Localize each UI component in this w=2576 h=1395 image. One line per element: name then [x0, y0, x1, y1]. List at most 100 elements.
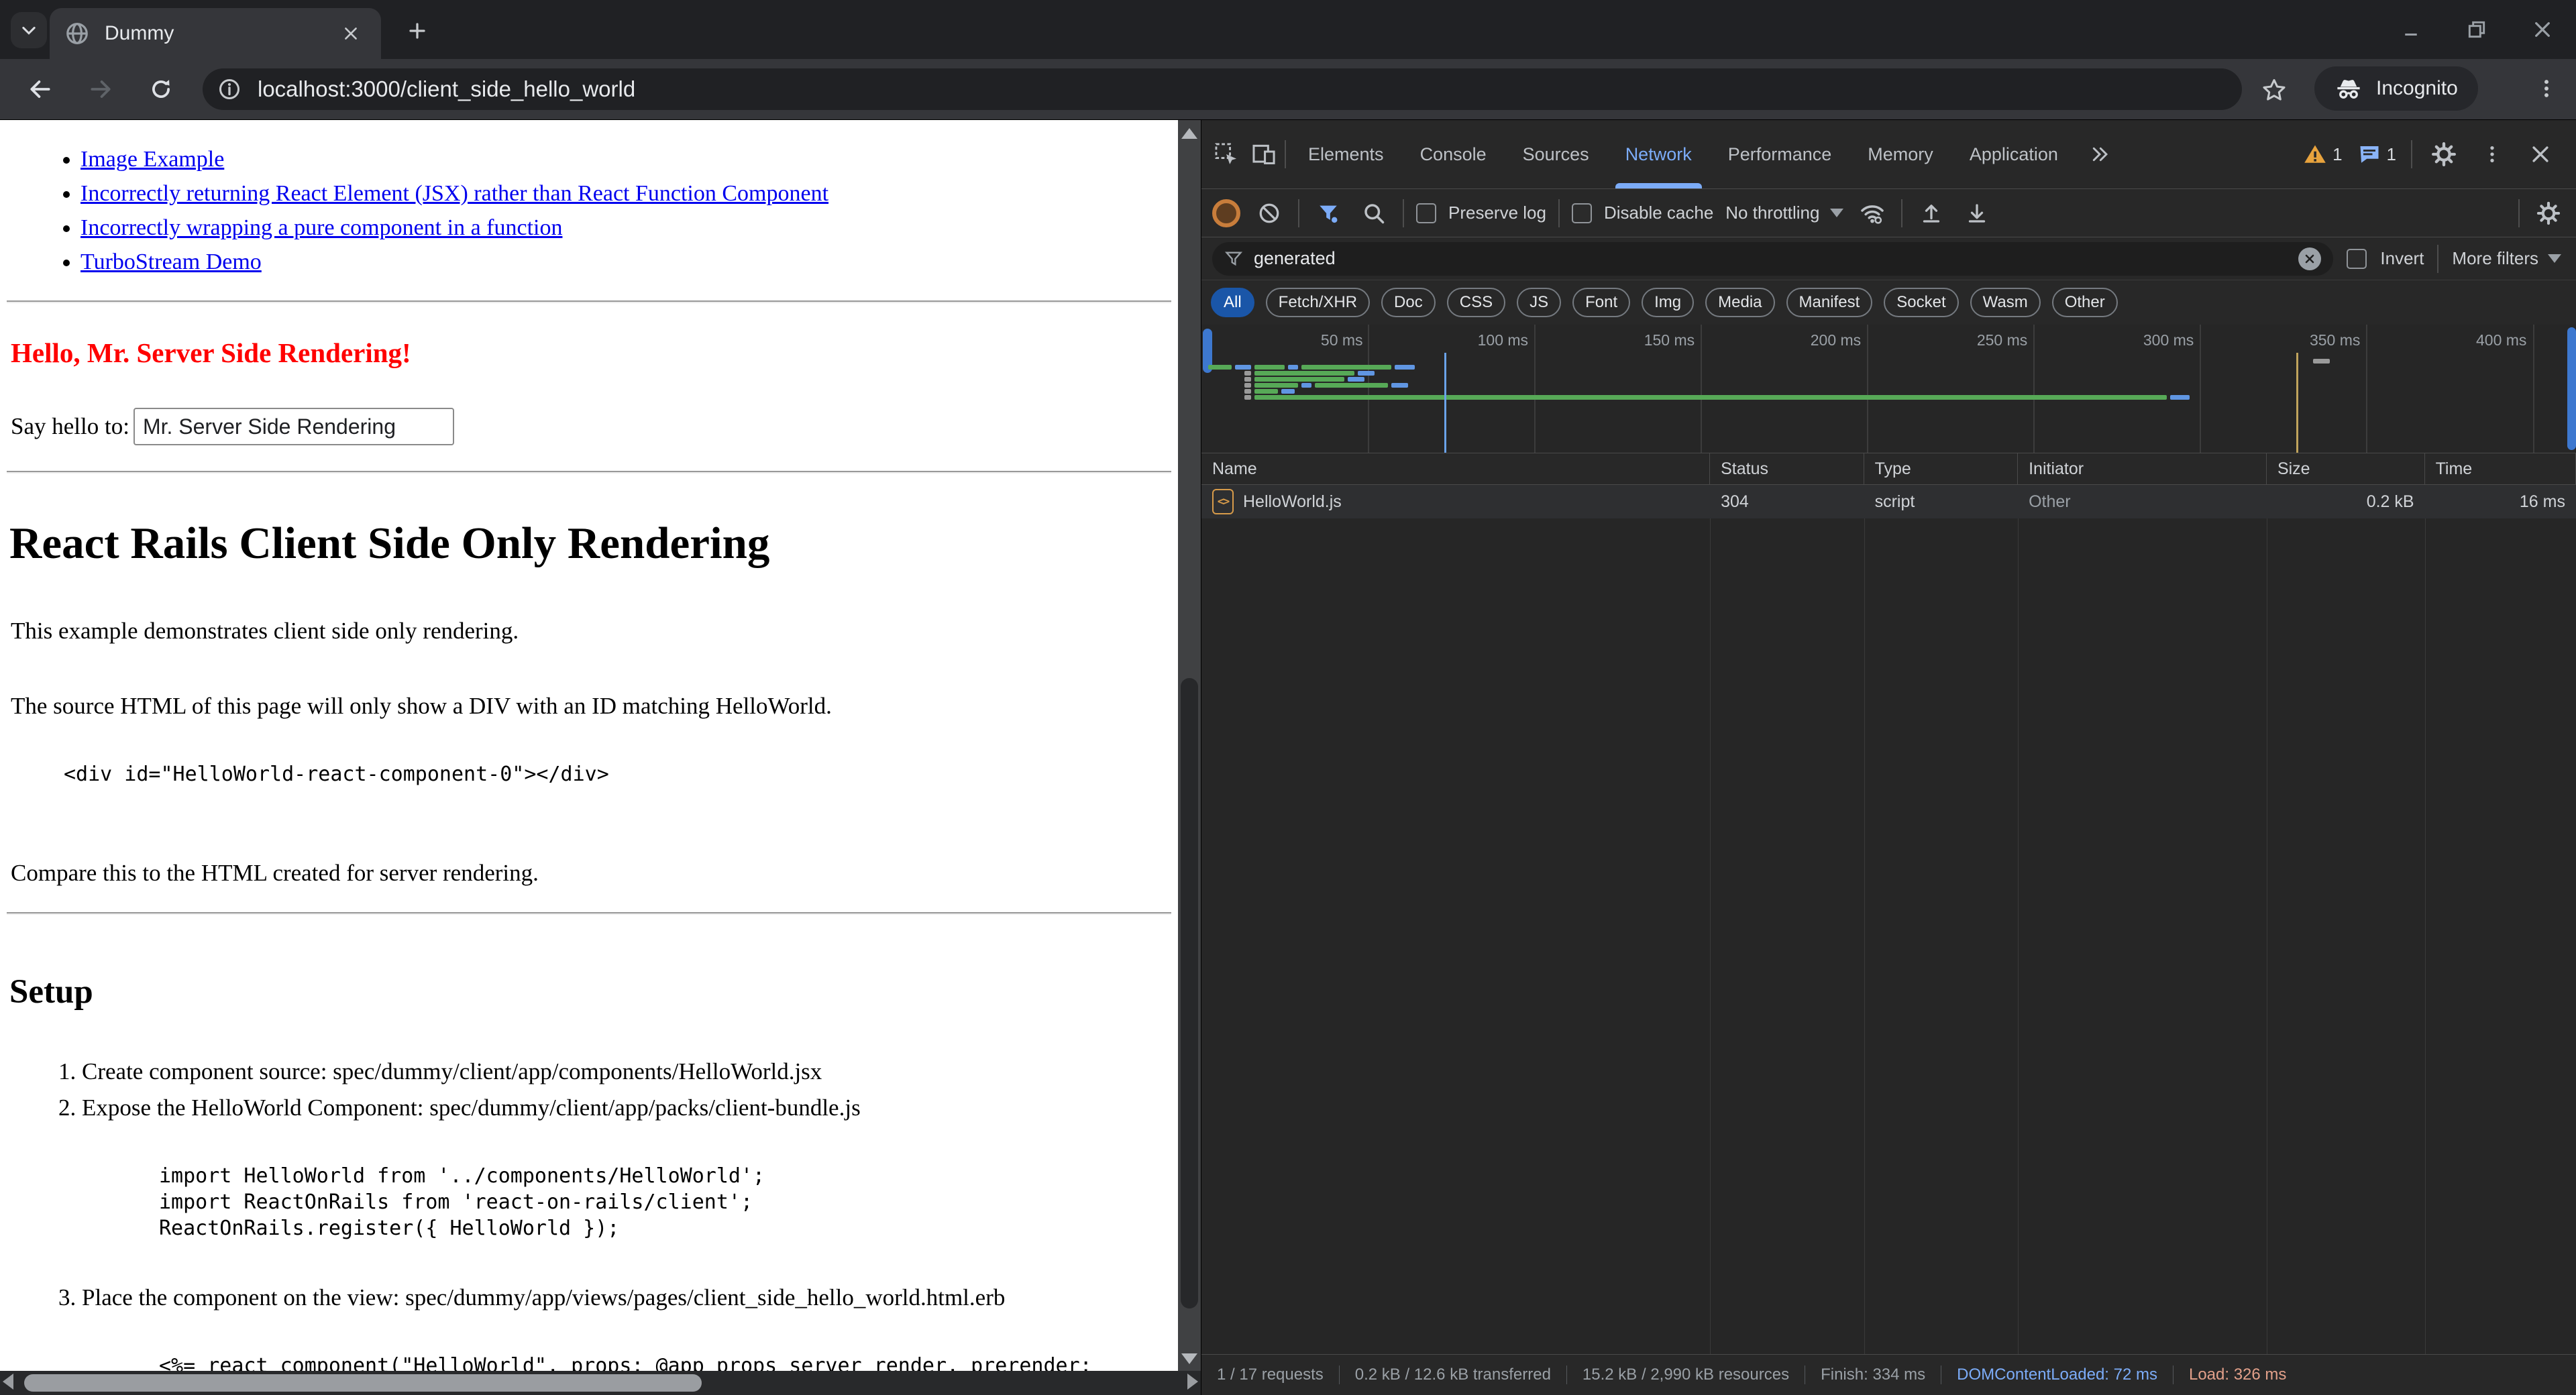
vertical-scrollbar[interactable]	[1178, 120, 1201, 1371]
tab-search-button[interactable]	[11, 12, 47, 48]
network-table-header: NameStatusTypeInitiatorSizeTime	[1201, 453, 2576, 485]
forward-button[interactable]	[79, 68, 122, 111]
filter-chip-js[interactable]: JS	[1517, 288, 1561, 317]
devtools-tabbar: ElementsConsoleSourcesNetworkPerformance…	[1201, 120, 2576, 189]
column-divider[interactable]	[1710, 485, 1711, 1354]
tab-console[interactable]: Console	[1402, 120, 1505, 188]
inspect-element-button[interactable]	[1210, 137, 1243, 171]
messages-badge[interactable]: 1	[2357, 142, 2396, 166]
filter-chip-all[interactable]: All	[1211, 288, 1254, 317]
scroll-up-arrow[interactable]	[1178, 128, 1201, 139]
clear-network-log-button[interactable]	[1252, 197, 1286, 230]
tab-close-button[interactable]	[335, 18, 366, 49]
column-header-time[interactable]: Time	[2425, 453, 2576, 484]
warning-icon	[2303, 142, 2327, 166]
tab-network[interactable]: Network	[1607, 120, 1710, 188]
browser-menu-button[interactable]	[2529, 71, 2564, 106]
filter-chip-manifest[interactable]: Manifest	[1786, 288, 1873, 317]
invert-label[interactable]: Invert	[2380, 248, 2424, 269]
search-network-button[interactable]	[1357, 197, 1391, 230]
network-table-body: <>HelloWorld.js304scriptOther0.2 kB16 ms	[1201, 485, 2576, 1354]
more-tabs-button[interactable]	[2080, 144, 2119, 164]
filter-chip-img[interactable]: Img	[1642, 288, 1694, 317]
filter-chip-wasm[interactable]: Wasm	[1970, 288, 2041, 317]
name-input[interactable]	[133, 408, 454, 445]
page-link[interactable]: Incorrectly wrapping a pure component in…	[80, 215, 562, 240]
request-waterfall-bar	[1254, 383, 1297, 388]
devtools-close-button[interactable]	[2524, 137, 2557, 171]
message-count: 1	[2387, 144, 2396, 165]
disable-cache-checkbox[interactable]	[1572, 203, 1592, 223]
reload-button[interactable]	[140, 68, 182, 111]
horizontal-scrollbar[interactable]	[0, 1371, 1201, 1395]
tab-performance[interactable]: Performance	[1710, 120, 1850, 188]
browser-toolbar: localhost:3000/client_side_hello_world I…	[0, 59, 2576, 120]
table-row[interactable]: <>HelloWorld.js304scriptOther0.2 kB16 ms	[1201, 485, 2576, 518]
scroll-down-arrow[interactable]	[1178, 1353, 1201, 1364]
column-divider[interactable]	[2425, 485, 2426, 1354]
invert-checkbox[interactable]	[2347, 249, 2367, 269]
url-text[interactable]: localhost:3000/client_side_hello_world	[258, 76, 635, 102]
network-settings-button[interactable]	[2532, 197, 2565, 230]
bookmark-button[interactable]	[2257, 72, 2292, 107]
column-header-size[interactable]: Size	[2267, 453, 2425, 484]
disable-cache-label[interactable]: Disable cache	[1604, 203, 1713, 223]
page-link[interactable]: TurboStream Demo	[80, 249, 262, 274]
new-tab-button[interactable]	[400, 13, 435, 48]
filter-chip-media[interactable]: Media	[1705, 288, 1774, 317]
network-overview-timeline[interactable]: 50 ms100 ms150 ms200 ms250 ms300 ms350 m…	[1201, 325, 2576, 453]
filter-chip-css[interactable]: CSS	[1447, 288, 1505, 317]
filter-toggle-button[interactable]	[1311, 197, 1345, 230]
column-header-initiator[interactable]: Initiator	[2018, 453, 2267, 484]
devtools-settings-button[interactable]	[2427, 137, 2461, 171]
filter-chip-other[interactable]: Other	[2052, 288, 2118, 317]
network-conditions-button[interactable]	[1856, 197, 1889, 230]
tab-sources[interactable]: Sources	[1505, 120, 1607, 188]
column-header-name[interactable]: Name	[1201, 453, 1710, 484]
timeline-tick-label: 300 ms	[2143, 331, 2194, 349]
column-header-type[interactable]: Type	[1864, 453, 2018, 484]
page-link[interactable]: Image Example	[80, 147, 224, 172]
preserve-log-checkbox[interactable]	[1416, 203, 1436, 223]
page-link[interactable]: Incorrectly returning React Element (JSX…	[80, 181, 828, 206]
column-divider[interactable]	[2018, 485, 2019, 1354]
column-divider[interactable]	[1864, 485, 1865, 1354]
column-header-status[interactable]: Status	[1710, 453, 1864, 484]
filter-chip-fetchxhr[interactable]: Fetch/XHR	[1266, 288, 1370, 317]
site-info-icon[interactable]	[217, 77, 241, 101]
network-status-bar: 1 / 17 requests0.2 kB / 12.6 kB transfer…	[1201, 1354, 2576, 1395]
more-filters-button[interactable]: More filters	[2452, 248, 2565, 269]
list-item: Image Example	[80, 147, 1178, 172]
clear-filter-button[interactable]	[2298, 247, 2321, 270]
browser-tab[interactable]: Dummy	[50, 8, 381, 59]
throttling-select[interactable]: No throttling	[1725, 203, 1843, 223]
tab-application[interactable]: Application	[1951, 120, 2076, 188]
request-waterfall-bar	[1244, 383, 1251, 388]
filter-input[interactable]	[1252, 247, 2289, 270]
devtools-menu-button[interactable]	[2475, 137, 2509, 171]
throttling-value: No throttling	[1725, 203, 1819, 223]
horizontal-scrollbar-thumb[interactable]	[24, 1374, 702, 1392]
tab-elements[interactable]: Elements	[1290, 120, 1402, 188]
restore-button[interactable]	[2462, 15, 2491, 44]
filter-chip-font[interactable]: Font	[1572, 288, 1630, 317]
preserve-log-label[interactable]: Preserve log	[1448, 203, 1546, 223]
import-har-button[interactable]	[1960, 197, 1994, 230]
close-window-button[interactable]	[2528, 15, 2557, 44]
overview-handle-right[interactable]	[2567, 327, 2576, 450]
filter-chip-doc[interactable]: Doc	[1381, 288, 1436, 317]
scroll-left-arrow[interactable]	[3, 1374, 13, 1390]
back-button[interactable]	[19, 68, 62, 111]
address-bar[interactable]: localhost:3000/client_side_hello_world	[203, 68, 2242, 110]
minimize-button[interactable]	[2396, 15, 2426, 44]
tab-memory[interactable]: Memory	[1849, 120, 1951, 188]
warnings-badge[interactable]: 1	[2303, 142, 2342, 166]
scroll-right-arrow[interactable]	[1187, 1374, 1198, 1390]
record-network-log-button[interactable]	[1212, 199, 1240, 227]
close-icon	[2303, 252, 2316, 266]
device-toolbar-button[interactable]	[1247, 137, 1281, 171]
plus-icon	[407, 21, 427, 41]
filter-chip-socket[interactable]: Socket	[1884, 288, 1958, 317]
export-har-button[interactable]	[1915, 197, 1948, 230]
vertical-scrollbar-thumb[interactable]	[1181, 678, 1198, 1308]
